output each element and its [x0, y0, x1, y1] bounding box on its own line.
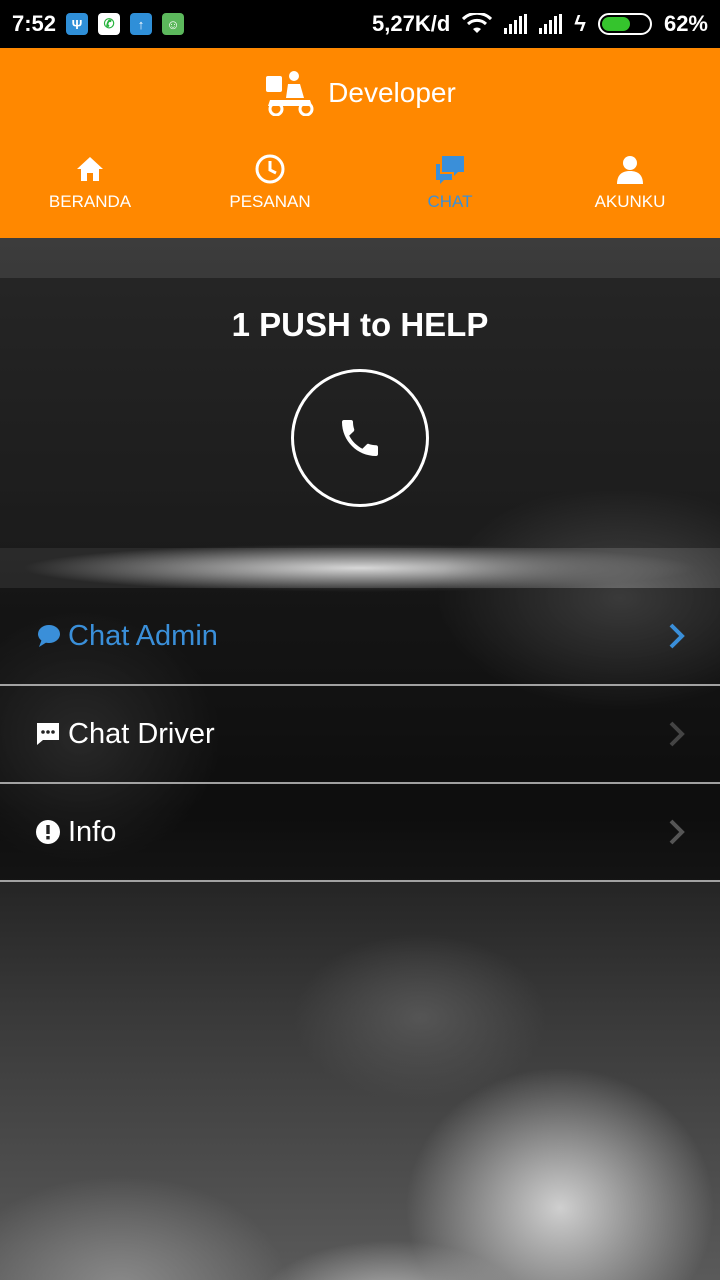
- charging-icon: ϟ: [574, 11, 586, 36]
- courier-logo-icon: [266, 71, 314, 116]
- status-bar: 7:52 Ψ ✆ ↑ ☺ 5,27K/d ϟ 62%: [0, 0, 720, 48]
- tab-chat[interactable]: CHAT: [360, 152, 540, 212]
- menu-item-label: Chat Admin: [68, 619, 218, 652]
- wifi-icon: [462, 13, 493, 33]
- menu-item-chat-admin[interactable]: Chat Admin: [0, 588, 720, 686]
- tab-label: PESANAN: [229, 192, 311, 211]
- tab-beranda[interactable]: BERANDA: [0, 152, 180, 212]
- chevron-right-icon: [668, 720, 686, 748]
- phone-icon: [342, 420, 378, 456]
- tab-akunku[interactable]: AKUNKU: [540, 152, 720, 212]
- app-bar: Developer BERANDA PESANAN CHAT AKUNKU: [0, 48, 720, 238]
- signal-icon: [504, 14, 528, 34]
- battery-percent: 62%: [663, 11, 708, 36]
- tab-label: BERANDA: [48, 192, 132, 211]
- home-icon: [77, 157, 103, 181]
- chat-icon: [436, 156, 464, 184]
- menu-item-label: Chat Driver: [68, 717, 215, 750]
- app-notification-icon: ☺: [162, 13, 185, 35]
- status-time: 7:52: [12, 11, 57, 36]
- menu-item-label: Info: [68, 815, 117, 848]
- clock-icon: [255, 154, 285, 184]
- upload-notification-icon: ↑: [130, 13, 153, 35]
- chevron-right-icon: [668, 622, 686, 650]
- whatsapp-notification-icon: ✆: [98, 13, 121, 35]
- battery-icon: [597, 13, 652, 35]
- help-title: 1 PUSH to HELP: [231, 306, 489, 343]
- signal-2-icon: [539, 14, 563, 34]
- tab-label: CHAT: [427, 192, 473, 211]
- chevron-right-icon: [668, 818, 686, 846]
- menu-item-chat-driver[interactable]: Chat Driver: [0, 686, 720, 784]
- menu-item-info[interactable]: Info: [0, 784, 720, 882]
- menu-list: Chat Admin Chat Driver Info: [0, 588, 720, 882]
- usb-notification-icon: Ψ: [66, 13, 89, 35]
- info-icon: [34, 818, 62, 846]
- user-icon: [617, 156, 643, 184]
- tab-pesanan[interactable]: PESANAN: [180, 152, 360, 212]
- brand: Developer: [0, 70, 720, 116]
- help-panel: 1 PUSH to HELP: [0, 278, 720, 548]
- chat-bubble-icon: [34, 622, 62, 650]
- app-title: Developer: [328, 77, 456, 108]
- tab-bar: BERANDA PESANAN CHAT AKUNKU: [0, 152, 720, 212]
- message-icon: [34, 720, 62, 748]
- network-speed: 5,27K/d: [372, 11, 451, 36]
- call-help-button[interactable]: [291, 369, 429, 507]
- tab-label: AKUNKU: [594, 192, 666, 211]
